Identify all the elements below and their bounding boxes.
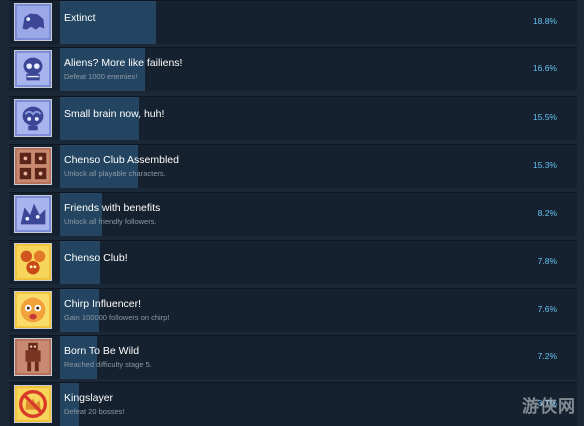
- achievement-name: Kingslayer: [64, 392, 114, 404]
- progress-bar: [60, 336, 97, 379]
- achievement-description: Unlock all playable characters.: [64, 169, 166, 178]
- achievement-name: Aliens? More like failiens!: [64, 57, 183, 69]
- achievement-name: Friends with benefits: [64, 202, 161, 214]
- alien-skull-icon: [14, 50, 52, 88]
- achievement-row[interactable]: Born To Be Wild Reached difficulty stage…: [9, 335, 577, 379]
- characters-icon: [14, 147, 52, 185]
- unlock-percent: 8.2%: [537, 208, 557, 218]
- progress-bar: [60, 289, 99, 332]
- unlock-percent: 15.5%: [532, 112, 557, 122]
- achievement-name: Extinct: [64, 12, 96, 24]
- unlock-percent: 7.6%: [537, 304, 557, 314]
- chirp-face-icon: [14, 291, 52, 329]
- unlock-percent: 7.8%: [537, 256, 557, 266]
- achievement-description: Gain 100000 followers on chirp!: [64, 313, 170, 322]
- achievement-description: Defeat 20 bosses!: [64, 407, 125, 416]
- achievement-description: Defeat 1000 enemies!: [64, 72, 138, 81]
- achievement-name: Small brain now, huh!: [64, 108, 165, 120]
- achievement-row[interactable]: Aliens? More like failiens! Defeat 1000 …: [9, 47, 577, 91]
- achievement-row[interactable]: Chenso Club! 7.8%: [9, 240, 577, 284]
- achievement-row[interactable]: Chirp Influencer! Gain 100000 followers …: [9, 288, 577, 332]
- unlock-percent: 7.2%: [537, 351, 557, 361]
- achievement-name: Born To Be Wild: [64, 345, 140, 357]
- achievement-row[interactable]: Small brain now, huh! 15.5%: [9, 96, 577, 140]
- progress-bar: [60, 193, 102, 236]
- unlock-percent: 15.3%: [532, 160, 557, 170]
- site-watermark: 游侠网: [522, 397, 576, 417]
- achievement-name: Chenso Club!: [64, 252, 128, 264]
- unlock-percent: 18.8%: [532, 16, 557, 26]
- achievement-row[interactable]: Extinct 18.8%: [9, 0, 577, 44]
- progress-bar: [60, 48, 145, 91]
- extinct-icon: [14, 3, 52, 41]
- achievement-row[interactable]: Kingslayer Defeat 20 bosses! 3.7%: [9, 382, 577, 426]
- brain-icon: [14, 99, 52, 137]
- forbidden-crown-icon: [14, 385, 52, 423]
- followers-icon: [14, 195, 52, 233]
- achievement-name: Chirp Influencer!: [64, 298, 142, 310]
- club-group-icon: [14, 243, 52, 281]
- achievement-row[interactable]: Friends with benefits Unlock all friendl…: [9, 192, 577, 236]
- progress-bar: [60, 383, 79, 426]
- progress-bar: [60, 145, 138, 188]
- achievement-description: Unlock all friendly followers.: [64, 217, 157, 226]
- achievement-row[interactable]: Chenso Club Assembled Unlock all playabl…: [9, 144, 577, 188]
- wild-creature-icon: [14, 338, 52, 376]
- achievement-name: Chenso Club Assembled: [64, 154, 179, 166]
- achievement-description: Reached difficulty stage 5.: [64, 360, 152, 369]
- unlock-percent: 16.6%: [532, 63, 557, 73]
